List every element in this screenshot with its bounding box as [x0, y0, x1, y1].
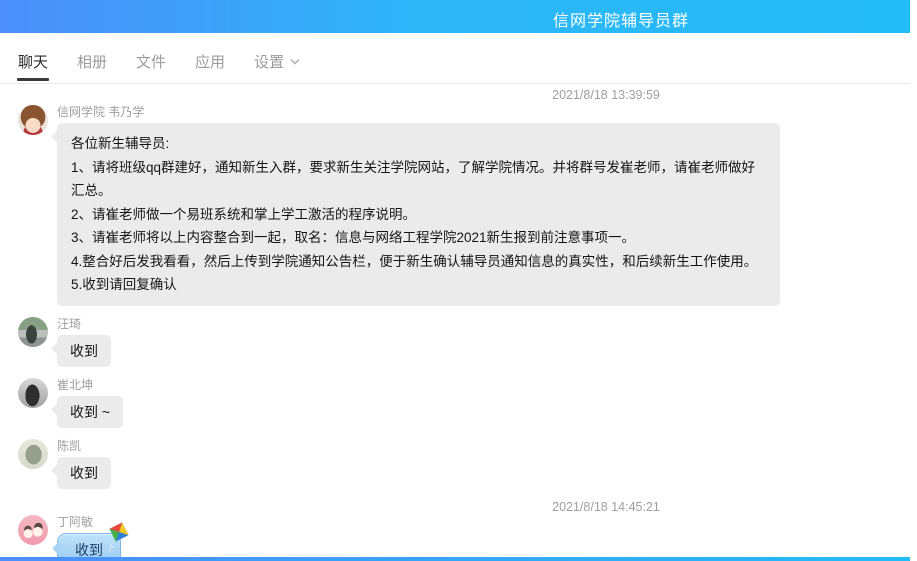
sender-name: 陈凯	[57, 439, 111, 453]
message-line: 4.整合好后发我看看，然后上传到学院通知公告栏，便于新生确认辅导员通知信息的真实…	[71, 250, 766, 274]
timestamp: 2021/8/18 13:39:59	[0, 88, 917, 103]
sender-name: 崔北坤	[57, 378, 123, 392]
tab-chat[interactable]: 聊天	[18, 51, 48, 83]
chat-message: 陈凯 收到	[0, 439, 917, 489]
timestamp: 2021/8/18 14:45:21	[0, 500, 917, 515]
header-bar: 信网学院辅导员群	[0, 0, 917, 33]
avatar[interactable]	[18, 105, 48, 135]
tab-album[interactable]: 相册	[77, 51, 107, 83]
group-chat-window: 信网学院辅导员群 聊天 相册 文件 应用 设置 2021/8/18 13:39:…	[0, 0, 917, 561]
tab-apps[interactable]: 应用	[195, 51, 225, 83]
message-bubble[interactable]: 收到 ~	[57, 396, 123, 428]
avatar[interactable]	[18, 515, 48, 545]
message-line: 1、请将班级qq群建好，通知新生入群，要求新生关注学院网站，了解学院情况。并将群…	[71, 156, 766, 203]
chat-area: 2021/8/18 13:39:59 信网学院 韦乃学 各位新生辅导员: 1、请…	[0, 84, 917, 561]
message-bubble[interactable]: 各位新生辅导员: 1、请将班级qq群建好，通知新生入群，要求新生关注学院网站，了…	[57, 123, 780, 306]
message-line: 5.收到请回复确认	[71, 273, 766, 297]
kite-icon	[106, 521, 132, 551]
avatar[interactable]	[18, 378, 48, 408]
chat-message: 丁阿敏 收到	[0, 515, 917, 561]
tab-settings[interactable]: 设置	[254, 51, 300, 83]
sender-name: 信网学院 韦乃学	[57, 105, 780, 119]
bottom-accent-bar	[0, 557, 910, 561]
avatar[interactable]	[18, 317, 48, 347]
tab-files[interactable]: 文件	[136, 51, 166, 83]
chevron-down-icon	[290, 54, 300, 71]
message-line: 2、请崔老师做一个易班系统和掌上学工激活的程序说明。	[71, 203, 766, 227]
message-line: 收到	[75, 542, 103, 558]
chat-message: 崔北坤 收到 ~	[0, 378, 917, 428]
message-bubble[interactable]: 收到	[57, 457, 111, 489]
chat-message: 信网学院 韦乃学 各位新生辅导员: 1、请将班级qq群建好，通知新生入群，要求新…	[0, 105, 917, 306]
scrollbar-track[interactable]	[910, 0, 917, 561]
message-line: 3、请崔老师将以上内容整合到一起，取名：信息与网络工程学院2021新生报到前注意…	[71, 226, 766, 250]
group-title: 信网学院辅导员群	[553, 7, 689, 31]
avatar[interactable]	[18, 439, 48, 469]
chat-message: 汪琦 收到	[0, 317, 917, 367]
message-bubble[interactable]: 收到	[57, 335, 111, 367]
sender-name: 汪琦	[57, 317, 111, 331]
message-line: 各位新生辅导员:	[71, 132, 766, 156]
tab-bar: 聊天 相册 文件 应用 设置	[0, 33, 910, 84]
